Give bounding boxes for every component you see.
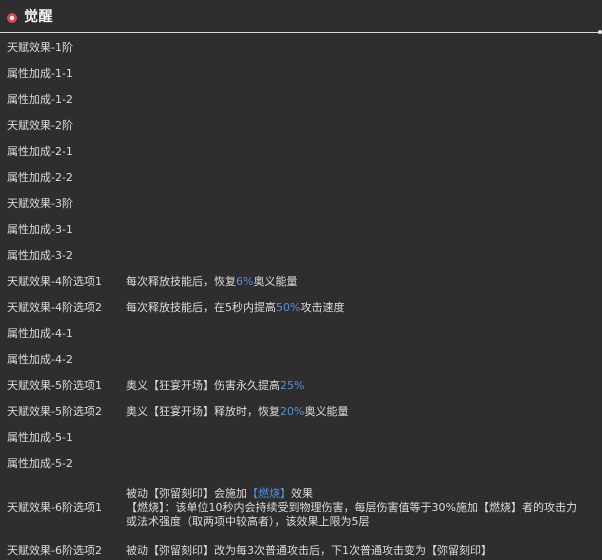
desc-text: 奥义【狂宴开场】伤害永久提高 (126, 379, 280, 392)
row-label: 天赋效果-5阶选项1 (7, 379, 102, 392)
row-description: 奥义【狂宴开场】释放时，恢复20%奥义能量 (125, 405, 602, 419)
row-label: 属性加成-2-2 (7, 171, 73, 184)
desc-highlight: 6% (236, 275, 254, 288)
row-description: 奥义【狂宴开场】伤害永久提高25% (125, 379, 602, 393)
desc-line: 或法术强度（取两项中较高者），该效果上限为5层 (126, 515, 370, 528)
desc-text: 被动【弥留刻印】会施加 (126, 487, 247, 500)
desc-highlight: 25% (280, 379, 305, 392)
desc-text: 奥义【狂宴开场】释放时，恢复 (126, 405, 280, 418)
desc-line: 【燃烧】：该单位10秒内会持续受到物理伤害，每层伤害值等于30%施加【燃烧】者的… (126, 501, 577, 514)
talent-row: 天赋效果-6阶选项1 被动【弥留刻印】会施加【燃烧】效果 【燃烧】：该单位10秒… (0, 477, 602, 539)
desc-text: 攻击速度 (300, 301, 345, 314)
talent-row: 属性加成-1-1 (0, 61, 602, 87)
awakening-panel: 觉醒 天赋效果-1阶 属性加成-1-1 属性加成-1-2 天赋效果-2阶 属性加… (0, 0, 602, 560)
desc-text: 奥义能量 (253, 275, 298, 288)
row-label: 天赋效果-3阶 (7, 197, 73, 210)
row-label: 属性加成-5-2 (7, 457, 73, 470)
talent-row: 天赋效果-1阶 (0, 35, 602, 61)
talent-row: 属性加成-4-2 (0, 347, 602, 373)
row-description: 被动【弥留刻印】会施加【燃烧】效果 【燃烧】：该单位10秒内会持续受到物理伤害，… (125, 487, 602, 529)
row-label: 天赋效果-4阶选项1 (7, 275, 102, 288)
row-label: 属性加成-1-2 (7, 93, 73, 106)
desc-text: 每次释放技能后，在5秒内提高 (126, 301, 276, 314)
talent-row: 属性加成-2-2 (0, 165, 602, 191)
desc-highlight: 【燃烧】 (247, 487, 291, 500)
row-label: 属性加成-5-1 (7, 431, 73, 444)
desc-highlight: 50% (276, 301, 301, 314)
desc-text: 奥义能量 (304, 405, 349, 418)
awaken-bullet-icon (6, 9, 18, 23)
row-description: 每次释放技能后，在5秒内提高50%攻击速度 (125, 301, 602, 315)
desc-text: 效果 (291, 487, 313, 500)
row-label: 天赋效果-2阶 (7, 119, 73, 132)
row-label: 属性加成-3-1 (7, 223, 73, 236)
talent-row: 属性加成-4-1 (0, 321, 602, 347)
row-label: 属性加成-4-2 (7, 353, 73, 366)
row-description: 每次释放技能后，恢复6%奥义能量 (125, 275, 602, 289)
row-label: 属性加成-2-1 (7, 145, 73, 158)
row-label: 属性加成-4-1 (7, 327, 73, 340)
divider-end-dot (598, 30, 602, 34)
talent-row: 属性加成-1-2 (0, 87, 602, 113)
row-label: 属性加成-3-2 (7, 249, 73, 262)
talent-row: 属性加成-5-2 (0, 451, 602, 477)
talent-row: 天赋效果-6阶选项2 被动【弥留刻印】改为每3次普通攻击后，下1次普通攻击变为【… (0, 539, 602, 560)
talent-row: 天赋效果-5阶选项1 奥义【狂宴开场】伤害永久提高25% (0, 373, 602, 399)
talent-row: 天赋效果-4阶选项1 每次释放技能后，恢复6%奥义能量 (0, 269, 602, 295)
talent-row: 天赋效果-3阶 (0, 191, 602, 217)
talent-row: 属性加成-5-1 (0, 425, 602, 451)
talent-row: 属性加成-3-2 (0, 243, 602, 269)
page-title: 觉醒 (24, 9, 53, 25)
header-divider (0, 32, 602, 33)
desc-line: 被动【弥留刻印】会施加【燃烧】效果 (126, 487, 590, 501)
panel-header: 觉醒 (0, 0, 602, 32)
talent-row: 天赋效果-4阶选项2 每次释放技能后，在5秒内提高50%攻击速度 (0, 295, 602, 321)
row-label: 天赋效果-4阶选项2 (7, 301, 102, 314)
row-description: 被动【弥留刻印】改为每3次普通攻击后，下1次普通攻击变为【弥留刻印】 (126, 544, 492, 557)
talent-row: 属性加成-2-1 (0, 139, 602, 165)
row-label: 天赋效果-6阶选项1 (7, 501, 102, 514)
talent-row: 天赋效果-2阶 (0, 113, 602, 139)
talent-row: 属性加成-3-1 (0, 217, 602, 243)
desc-highlight: 20% (280, 405, 305, 418)
row-label: 天赋效果-5阶选项2 (7, 405, 102, 418)
desc-text: 每次释放技能后，恢复 (126, 275, 236, 288)
row-label: 天赋效果-6阶选项2 (7, 544, 102, 557)
row-label: 天赋效果-1阶 (7, 41, 73, 54)
row-label: 属性加成-1-1 (7, 67, 73, 80)
talent-table: 天赋效果-1阶 属性加成-1-1 属性加成-1-2 天赋效果-2阶 属性加成-2… (0, 35, 602, 560)
talent-row: 天赋效果-5阶选项2 奥义【狂宴开场】释放时，恢复20%奥义能量 (0, 399, 602, 425)
